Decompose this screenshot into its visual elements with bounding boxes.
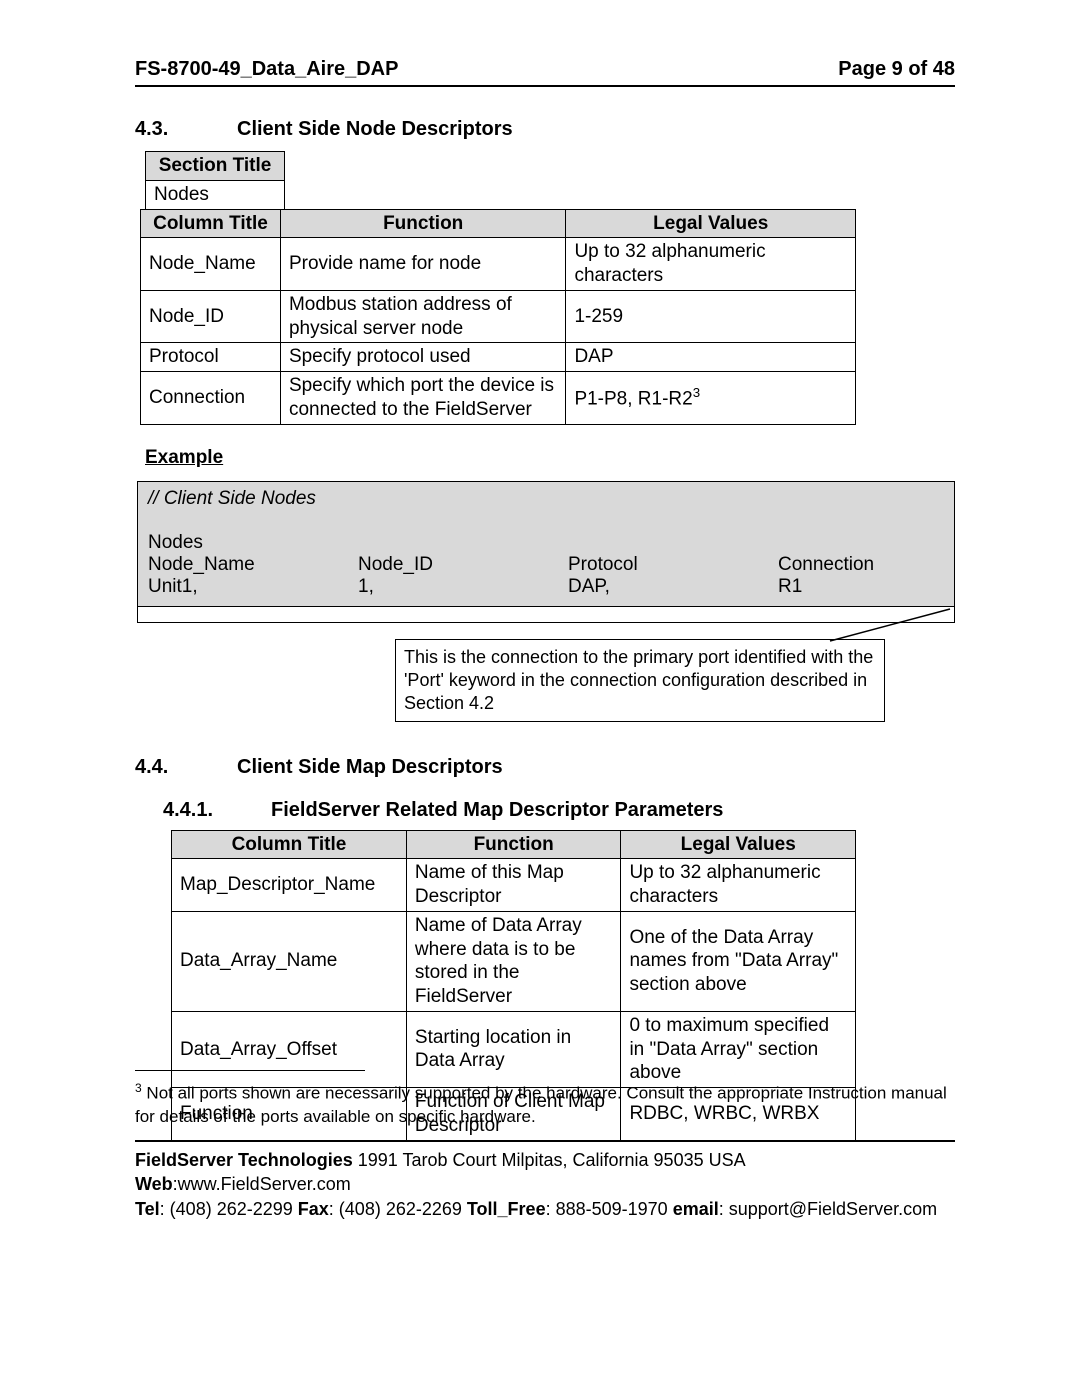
callout: This is the connection to the primary po… xyxy=(395,639,885,722)
heading-num: 4.4. xyxy=(135,756,195,779)
footnote-separator xyxy=(135,1070,365,1071)
th-function: Function xyxy=(406,830,621,859)
ex-v-nodeid: 1, xyxy=(358,576,568,598)
subheading-title: FieldServer Related Map Descriptor Param… xyxy=(271,799,723,822)
th-function: Function xyxy=(280,209,566,238)
node-descriptors-table: Column Title Function Legal Values Node_… xyxy=(140,209,856,425)
section-title-header: Section Title xyxy=(146,152,285,181)
heading-4-3: 4.3. Client Side Node Descriptors xyxy=(135,118,955,141)
table-row: Node_Name Provide name for node Up to 32… xyxy=(141,238,856,291)
th-column-title: Column Title xyxy=(172,830,407,859)
page-header: FS-8700-49_Data_Aire_DAP Page 9 of 48 xyxy=(135,58,955,87)
page-number: Page 9 of 48 xyxy=(838,58,955,81)
footnote-sup: 3 xyxy=(135,1081,142,1095)
heading-title: Client Side Map Descriptors xyxy=(237,756,503,779)
ex-h-nodeid: Node_ID xyxy=(358,554,568,576)
page: FS-8700-49_Data_Aire_DAP Page 9 of 48 4.… xyxy=(0,0,1080,1397)
ex-h-connection: Connection xyxy=(778,554,944,576)
th-column-title: Column Title xyxy=(141,209,281,238)
th-legal-values: Legal Values xyxy=(566,209,856,238)
heading-num: 4.3. xyxy=(135,118,195,141)
heading-4-4: 4.4. Client Side Map Descriptors xyxy=(135,756,955,779)
th-legal-values: Legal Values xyxy=(621,830,856,859)
footnote-text: Not all ports shown are necessarily supp… xyxy=(135,1084,947,1126)
table-row: Data_Array_Name Name of Data Array where… xyxy=(172,911,856,1011)
ex-h-nodename: Node_Name xyxy=(148,554,358,576)
footnote: 3 Not all ports shown are necessarily su… xyxy=(135,1080,955,1129)
ex-h-protocol: Protocol xyxy=(568,554,778,576)
table-row: Connection Specify which port the device… xyxy=(141,372,856,425)
footer-company: FieldServer Technologies xyxy=(135,1150,353,1170)
table-row: Protocol Specify protocol used DAP xyxy=(141,343,856,372)
example-comment: // Client Side Nodes xyxy=(148,488,944,510)
ex-v-connection: R1 xyxy=(778,576,944,598)
example-label: Example xyxy=(145,447,955,469)
callout-text: This is the connection to the primary po… xyxy=(395,639,885,722)
subheading-num: 4.4.1. xyxy=(163,799,223,822)
table-row: Node_ID Modbus station address of physic… xyxy=(141,290,856,343)
example-nodes: Nodes xyxy=(148,532,944,554)
doc-title: FS-8700-49_Data_Aire_DAP xyxy=(135,58,398,81)
heading-4-4-1: 4.4.1. FieldServer Related Map Descripto… xyxy=(163,799,955,822)
table-row: Data_Array_Offset Starting location in D… xyxy=(172,1011,856,1087)
ex-v-protocol: DAP, xyxy=(568,576,778,598)
callout-connector-icon xyxy=(825,606,955,646)
table-row: Map_Descriptor_Name Name of this Map Des… xyxy=(172,859,856,912)
page-footer: FieldServer Technologies 1991 Tarob Cour… xyxy=(135,1140,955,1221)
section-title-table: Section Title Nodes xyxy=(145,151,285,210)
ex-v-nodename: Unit1, xyxy=(148,576,358,598)
section-title-value: Nodes xyxy=(146,180,285,209)
heading-title: Client Side Node Descriptors xyxy=(237,118,513,141)
example-box: // Client Side Nodes Nodes Node_Name Nod… xyxy=(137,481,955,607)
